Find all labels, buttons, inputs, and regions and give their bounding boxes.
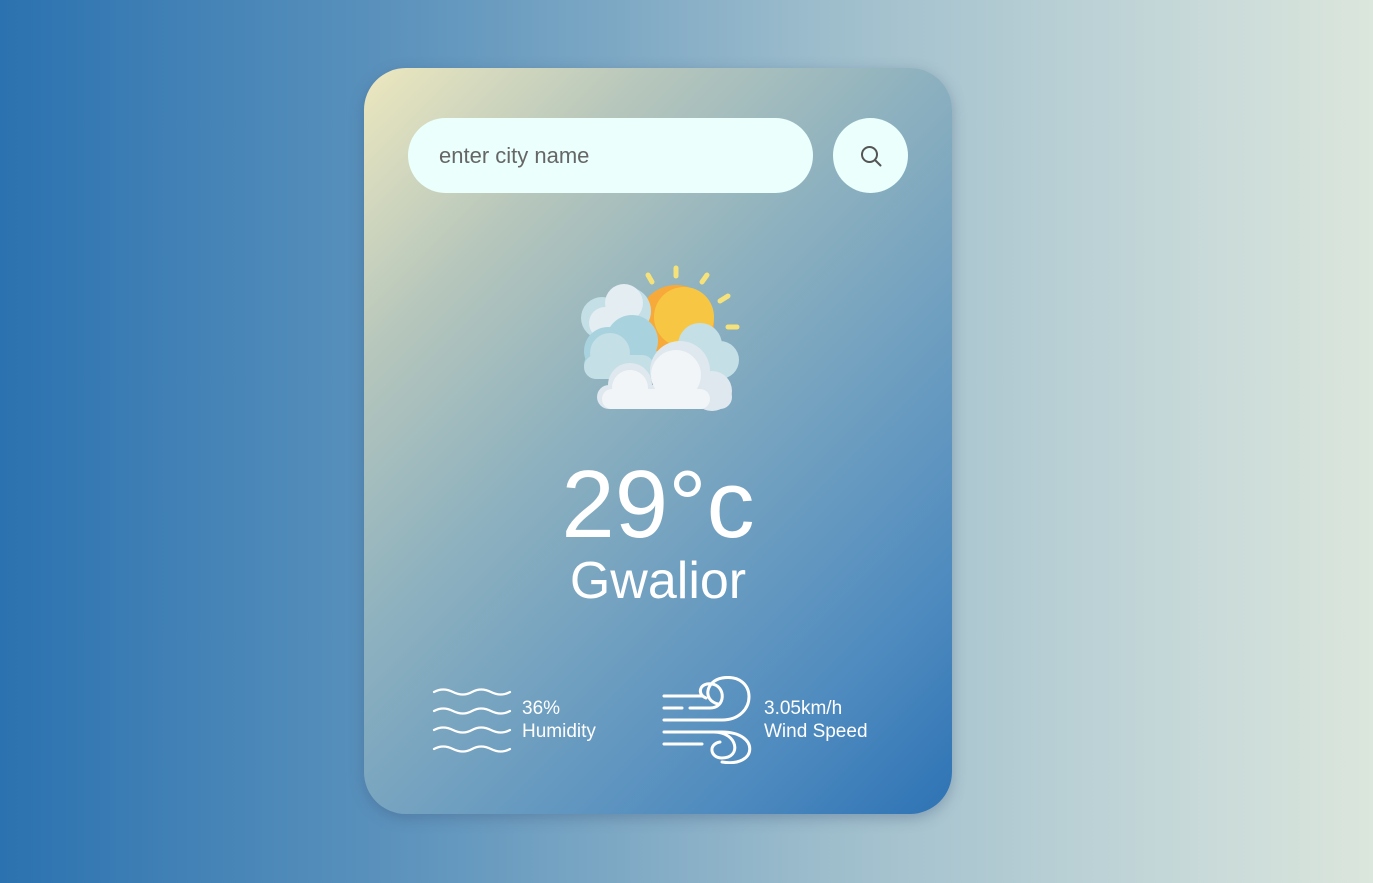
search-bar — [408, 118, 908, 193]
wind-label: Wind Speed — [764, 721, 868, 742]
humidity-detail: 36% Humidity — [432, 686, 596, 754]
city-name: Gwalior — [569, 552, 747, 610]
wind-detail: 3.05km/h Wind Speed — [662, 676, 868, 764]
partly-cloudy-sun-icon — [581, 265, 740, 411]
wind-text: 3.05km/h Wind Speed — [764, 697, 868, 743]
wind-icon — [662, 676, 752, 764]
humidity-waves-icon — [432, 688, 512, 753]
humidity-label: Humidity — [522, 721, 596, 742]
weather-card: 29°c Gwalior 36% Humidity — [364, 68, 952, 814]
search-button[interactable] — [833, 118, 908, 193]
city-search-input[interactable] — [408, 118, 813, 193]
humidity-value: 36% — [522, 698, 561, 719]
search-icon — [860, 145, 881, 166]
humidity-text: 36% Humidity — [522, 697, 596, 743]
temperature: 29°c — [561, 451, 755, 558]
wind-value: 3.05km/h — [764, 698, 843, 719]
